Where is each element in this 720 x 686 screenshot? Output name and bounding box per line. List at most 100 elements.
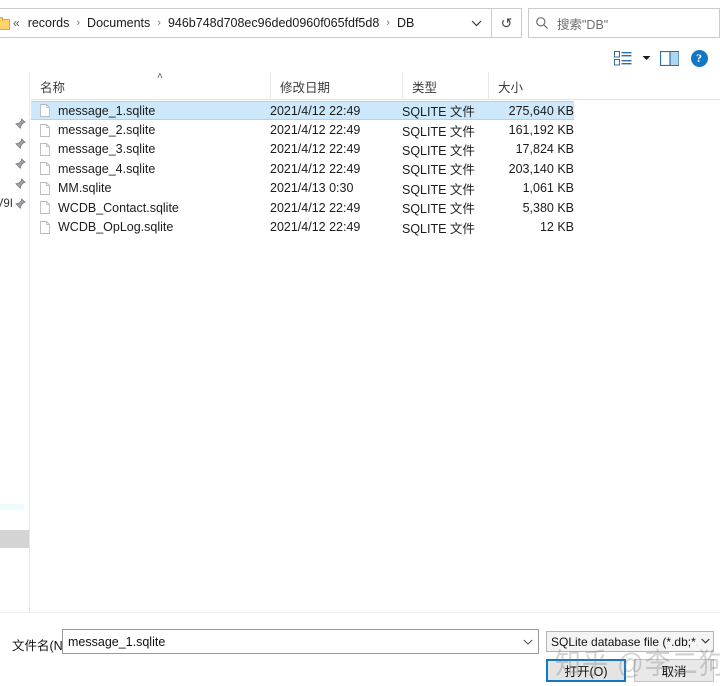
chevron-down-icon [471, 20, 481, 26]
cancel-button[interactable]: 取消 [634, 659, 714, 682]
navpane-horizontal-scrollbar[interactable] [0, 530, 29, 548]
file-list[interactable]: 名称 修改日期 类型 大小 ˄ message_1.sqlite 2021/4/… [31, 72, 720, 612]
table-row[interactable]: message_2.sqlite 2021/4/12 22:49 SQLITE … [31, 120, 720, 139]
pin-icon [15, 118, 26, 129]
navpane-quick-access-item[interactable] [0, 154, 26, 173]
table-row[interactable]: WCDB_OpLog.sqlite 2021/4/12 22:49 SQLITE… [31, 217, 720, 236]
file-type-cell: SQLITE 文件 [402, 221, 475, 236]
breadcrumb-item-db[interactable]: DB [394, 14, 417, 32]
navpane-quick-access-item[interactable] [0, 114, 26, 133]
file-icon [40, 162, 50, 176]
file-type-filter-value: SQLite database file (*.db;*.c [551, 634, 697, 649]
search-input[interactable]: 搜索"DB" [557, 14, 608, 33]
file-name-cell: WCDB_Contact.sqlite [40, 201, 179, 215]
chevron-down-icon [700, 638, 710, 644]
preview-pane-button[interactable] [654, 45, 684, 71]
file-type-cell: SQLITE 文件 [402, 202, 475, 217]
column-header-name[interactable]: 名称 [31, 72, 270, 100]
navpane-quick-access-item[interactable] [0, 134, 26, 153]
file-name-label: message_2.sqlite [58, 123, 156, 138]
pin-icon [15, 178, 26, 189]
navpane-item-label: V9I [0, 197, 13, 210]
breadcrumb-overflow-icon[interactable]: « [13, 16, 20, 30]
file-open-dialog: « records › Documents › 946b748d708ec96d… [0, 0, 720, 686]
sort-indicator-icon: ˄ [157, 71, 163, 82]
file-type-cell: SQLITE 文件 [402, 182, 475, 197]
help-button[interactable]: ? [684, 45, 714, 71]
table-row[interactable]: WCDB_Contact.sqlite 2021/4/12 22:49 SQLI… [31, 198, 720, 217]
file-type-cell: SQLITE 文件 [402, 105, 475, 120]
view-options-button[interactable] [608, 45, 638, 71]
pin-icon [15, 158, 26, 169]
view-list-icon [614, 50, 632, 65]
folder-icon [0, 17, 10, 30]
filename-input[interactable]: message_1.sqlite [63, 635, 518, 649]
file-name-cell: message_3.sqlite [40, 142, 155, 156]
refresh-icon: ↺ [500, 14, 513, 31]
file-name-cell: message_2.sqlite [40, 123, 155, 137]
table-row[interactable]: message_1.sqlite 2021/4/12 22:49 SQLITE … [31, 101, 574, 121]
breadcrumb[interactable]: « records › Documents › 946b748d708ec96d… [11, 14, 463, 32]
file-icon [40, 181, 50, 195]
search-icon [536, 17, 549, 30]
file-type-filter-caret[interactable] [697, 636, 713, 647]
breadcrumb-item-records[interactable]: records [25, 14, 73, 32]
chevron-down-icon [642, 56, 650, 60]
column-header-row: 名称 修改日期 类型 大小 ˄ [31, 72, 720, 100]
table-row[interactable]: MM.sqlite 2021/4/13 0:30 SQLITE 文件 1,061… [31, 179, 720, 198]
file-icon [40, 220, 50, 234]
chevron-down-icon [523, 639, 533, 645]
view-options-caret[interactable] [638, 53, 654, 63]
file-date-cell: 2021/4/12 22:49 [270, 142, 361, 157]
navpane-highlight [0, 504, 24, 510]
file-type-filter[interactable]: SQLite database file (*.db;*.c [546, 631, 714, 652]
filename-field[interactable]: message_1.sqlite [62, 629, 539, 654]
file-date-cell: 2021/4/12 22:49 [270, 220, 361, 235]
file-date-cell: 2021/4/13 0:30 [270, 181, 354, 196]
pin-icon [15, 138, 26, 149]
table-row[interactable]: message_4.sqlite 2021/4/12 22:49 SQLITE … [31, 159, 720, 178]
file-name-label: WCDB_OpLog.sqlite [58, 220, 174, 235]
table-row[interactable]: message_3.sqlite 2021/4/12 22:49 SQLITE … [31, 140, 720, 159]
navigation-pane[interactable]: V9I [0, 72, 30, 612]
file-name-label: message_1.sqlite [58, 103, 156, 118]
column-header-date[interactable]: 修改日期 [270, 72, 402, 100]
breadcrumb-item-hash[interactable]: 946b748d708ec96ded0960f065fdf5d8 [165, 14, 382, 32]
column-header-name-label: 名称 [40, 80, 66, 95]
file-size-cell: 5,380 KB [522, 200, 574, 215]
file-rows: message_1.sqlite 2021/4/12 22:49 SQLITE … [31, 101, 720, 237]
file-date-cell: 2021/4/12 22:49 [270, 103, 361, 118]
breadcrumb-separator-icon[interactable]: › [153, 17, 165, 29]
address-history-dropdown[interactable] [463, 9, 489, 37]
file-size-cell: 12 KB [539, 220, 574, 235]
refresh-button[interactable]: ↺ [492, 8, 522, 38]
navpane-quick-access-item[interactable] [0, 174, 26, 193]
breadcrumb-separator-icon[interactable]: › [382, 17, 394, 29]
open-button-label: 打开(O) [564, 665, 608, 679]
toolbar: 件夹 [0, 44, 720, 72]
open-button[interactable]: 打开(O) [546, 659, 626, 682]
file-name-label: message_4.sqlite [58, 161, 156, 176]
address-bar[interactable]: « records › Documents › 946b748d708ec96d… [0, 8, 492, 38]
file-name-cell: WCDB_OpLog.sqlite [40, 220, 173, 234]
search-box[interactable]: 搜索"DB" [528, 8, 720, 38]
breadcrumb-separator-icon[interactable]: › [72, 17, 84, 29]
breadcrumb-item-documents[interactable]: Documents [84, 14, 153, 32]
column-header-size[interactable]: 大小 [488, 72, 584, 100]
file-icon [40, 123, 50, 137]
navpane-quick-access-item[interactable]: V9I [0, 194, 26, 213]
file-icon [40, 143, 50, 156]
file-type-cell: SQLITE 文件 [402, 124, 475, 139]
file-size-cell: 1,061 KB [522, 181, 574, 196]
file-size-cell: 203,140 KB [508, 161, 574, 176]
navigation-bar: « records › Documents › 946b748d708ec96d… [0, 8, 720, 38]
file-name-cell: MM.sqlite [40, 181, 111, 195]
column-header-type[interactable]: 类型 [402, 72, 488, 100]
file-size-cell: 275,640 KB [508, 103, 574, 118]
file-date-cell: 2021/4/12 22:49 [270, 161, 361, 176]
pin-icon [15, 198, 26, 209]
filename-dropdown-button[interactable] [518, 636, 538, 648]
preview-pane-icon [659, 50, 679, 66]
file-size-cell: 161,192 KB [508, 123, 574, 138]
help-icon: ? [690, 49, 708, 67]
